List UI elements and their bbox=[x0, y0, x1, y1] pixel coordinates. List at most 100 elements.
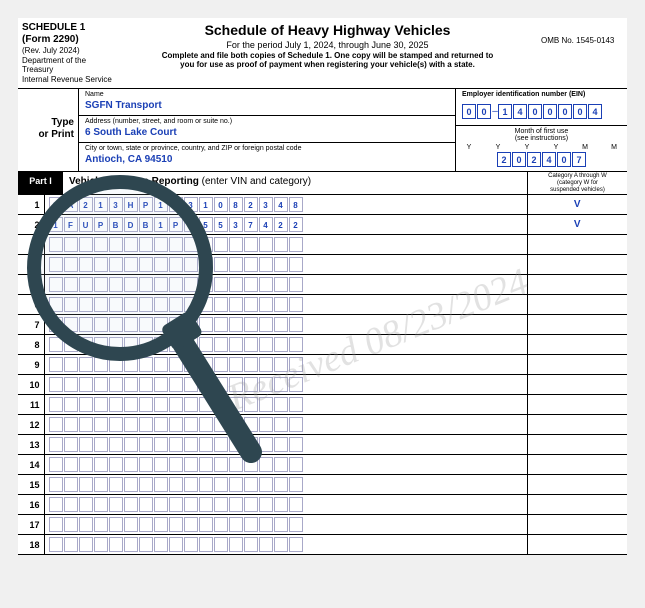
ein-digit: 1 bbox=[498, 104, 512, 119]
vin-char-box bbox=[154, 297, 168, 312]
vin-char-box bbox=[274, 397, 288, 412]
vin-char-box bbox=[94, 457, 108, 472]
vin-char-box bbox=[139, 317, 153, 332]
vin-char-box bbox=[79, 397, 93, 412]
vin-char-box: 8 bbox=[289, 197, 303, 212]
header-right: OMB No. 1545-0143 bbox=[537, 18, 627, 88]
vin-char-box bbox=[259, 357, 273, 372]
vin-char-box: B bbox=[139, 217, 153, 232]
vin-char-box bbox=[274, 517, 288, 532]
vin-char-box bbox=[139, 397, 153, 412]
header-left: SCHEDULE 1 (Form 2290) (Rev. July 2024) … bbox=[18, 18, 118, 88]
vin-char-box bbox=[49, 517, 63, 532]
ein-digit: 4 bbox=[513, 104, 527, 119]
vin-char-box bbox=[64, 357, 78, 372]
ein-digit: 0 bbox=[528, 104, 542, 119]
vin-char-box bbox=[259, 337, 273, 352]
vin-char-box bbox=[94, 357, 108, 372]
vin-cell bbox=[44, 475, 527, 495]
vin-char-box: U bbox=[79, 217, 93, 232]
vin-char-box bbox=[94, 497, 108, 512]
vin-char-box bbox=[184, 357, 198, 372]
vin-char-box bbox=[124, 437, 138, 452]
vin-cell bbox=[44, 255, 527, 275]
vin-char-box bbox=[229, 477, 243, 492]
vin-cell bbox=[44, 335, 527, 355]
row-number: 11 bbox=[18, 395, 44, 415]
vin-char-box: 1 bbox=[199, 197, 213, 212]
vin-char-box bbox=[244, 337, 258, 352]
vin-char-box: C bbox=[49, 197, 63, 212]
vin-char-box bbox=[169, 517, 183, 532]
table-row: 18 bbox=[18, 535, 627, 555]
month-label-2: (see instructions) bbox=[462, 135, 621, 142]
vin-char-box bbox=[124, 517, 138, 532]
month-digit: 7 bbox=[572, 152, 586, 167]
vin-cell bbox=[44, 375, 527, 395]
vin-char-box bbox=[214, 457, 228, 472]
vin-char-box bbox=[139, 297, 153, 312]
vin-char-box bbox=[274, 437, 288, 452]
vin-char-box bbox=[229, 437, 243, 452]
vin-char-box bbox=[139, 517, 153, 532]
category-cell bbox=[527, 415, 627, 435]
vin-char-box bbox=[184, 337, 198, 352]
vin-char-box bbox=[124, 537, 138, 552]
vin-char-box bbox=[154, 397, 168, 412]
table-row: 7 bbox=[18, 315, 627, 335]
vin-char-box bbox=[139, 537, 153, 552]
vin-char-box bbox=[64, 497, 78, 512]
vin-char-box bbox=[229, 317, 243, 332]
vin-char-box bbox=[289, 237, 303, 252]
dept-line-2: Internal Revenue Service bbox=[22, 75, 118, 85]
vin-char-box bbox=[169, 237, 183, 252]
vin-char-box bbox=[64, 517, 78, 532]
vin-char-box bbox=[199, 317, 213, 332]
ein-digit: 0 bbox=[462, 104, 476, 119]
vin-char-box bbox=[199, 237, 213, 252]
vin-char-box bbox=[259, 537, 273, 552]
vin-char-box bbox=[94, 257, 108, 272]
vin-cell bbox=[44, 455, 527, 475]
vin-char-box bbox=[169, 377, 183, 392]
vin-char-box bbox=[259, 437, 273, 452]
address-label: Address (number, street, and room or sui… bbox=[85, 118, 449, 125]
vin-char-box bbox=[109, 377, 123, 392]
vin-char-box bbox=[244, 257, 258, 272]
vin-char-box bbox=[94, 317, 108, 332]
vin-char-box bbox=[154, 457, 168, 472]
ein-digit: 0 bbox=[573, 104, 587, 119]
vin-char-box bbox=[199, 257, 213, 272]
category-cell bbox=[527, 315, 627, 335]
vin-char-box bbox=[259, 277, 273, 292]
vin-char-box bbox=[109, 357, 123, 372]
vin-char-box bbox=[244, 297, 258, 312]
category-cell bbox=[527, 435, 627, 455]
instr-1: Complete and file both copies of Schedul… bbox=[124, 51, 531, 61]
vin-char-box bbox=[154, 477, 168, 492]
vin-char-box bbox=[94, 537, 108, 552]
vin-char-box bbox=[169, 317, 183, 332]
vin-char-box bbox=[154, 437, 168, 452]
vin-char-box bbox=[49, 537, 63, 552]
ein-digit: 0 bbox=[543, 104, 557, 119]
vin-char-box bbox=[109, 317, 123, 332]
row-number: 2 bbox=[18, 215, 44, 235]
category-cell: V bbox=[527, 215, 627, 235]
row-number: 8 bbox=[18, 335, 44, 355]
vin-char-box: 0 bbox=[214, 197, 228, 212]
vin-char-box bbox=[154, 497, 168, 512]
vin-char-box bbox=[154, 517, 168, 532]
type-or-print: Type or Print bbox=[18, 89, 78, 171]
vin-char-box bbox=[169, 477, 183, 492]
vin-char-box bbox=[244, 437, 258, 452]
vin-char-box: F bbox=[64, 217, 78, 232]
vin-char-box bbox=[109, 417, 123, 432]
vin-char-box bbox=[139, 417, 153, 432]
category-cell bbox=[527, 395, 627, 415]
vin-char-box bbox=[124, 457, 138, 472]
vin-char-box bbox=[169, 497, 183, 512]
vin-char-box bbox=[124, 317, 138, 332]
vin-char-box bbox=[169, 537, 183, 552]
row-number: 5 bbox=[18, 275, 44, 295]
